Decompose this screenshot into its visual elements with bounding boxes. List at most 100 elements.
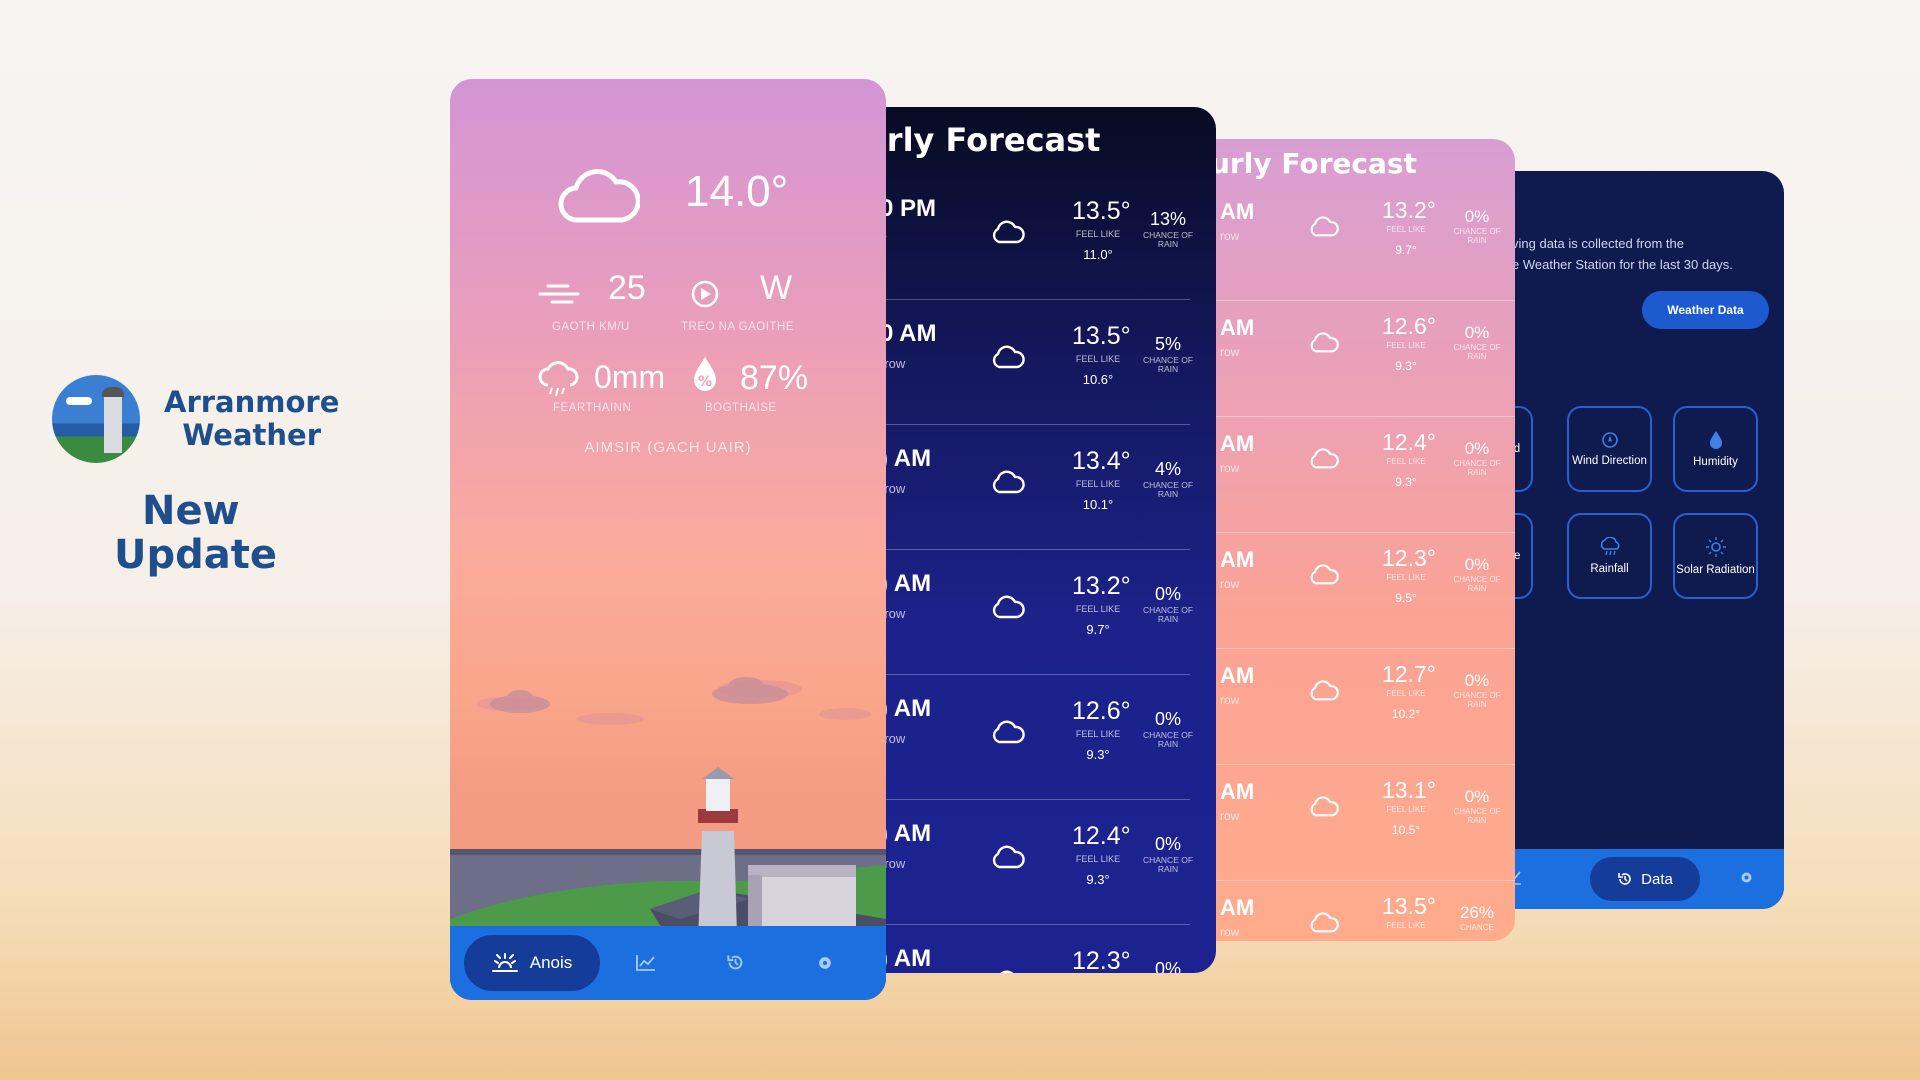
forecast-temp: 12.3°: [1382, 545, 1436, 571]
rain-chance-value: 0%: [1464, 787, 1490, 806]
period-label: AIMSIR (GACH UAIR): [584, 439, 752, 456]
history-icon[interactable]: [726, 953, 745, 977]
forecast-day: row: [1220, 925, 1240, 939]
data-bottom-nav: Data: [1470, 849, 1784, 909]
rain-chance-label: CHANCE OF RAIN: [1453, 459, 1501, 477]
rain-chance-value: 0%: [1154, 834, 1181, 854]
cloud-icon: [1310, 332, 1339, 353]
tile-rainfall[interactable]: Rainfall: [1567, 513, 1652, 599]
rain-chance-label: CHANCE: [1460, 923, 1494, 932]
rain-chance-label: CHANCE OF RAIN: [1142, 480, 1194, 499]
forecast-icon-wrap: [1308, 679, 1340, 707]
forecast-day: row: [1220, 461, 1240, 475]
current-weather-card: 14.0° 25 GAOTH KM/U W TREO NA GAOITHE 0m…: [450, 79, 886, 1000]
nav-data-label: Data: [1641, 870, 1673, 888]
forecast-temp: 13.4°: [1072, 447, 1131, 475]
feel-like-value: 10.1°: [1082, 497, 1114, 512]
rain-chance-label: CHANCE OF RAIN: [1453, 807, 1501, 825]
feel-like-value: 10.6°: [1082, 372, 1114, 387]
forecast-time: ) AM: [880, 445, 932, 472]
feel-like-label: FEEL LIKE: [1386, 805, 1426, 814]
cloud-icon: [1310, 912, 1339, 933]
forecast-icon-wrap: [990, 219, 1026, 250]
data-intro: ving data is collected from the e Weathe…: [1512, 233, 1784, 275]
forecast-icon-wrap: [990, 469, 1026, 500]
rain-chance-value: 0%: [1464, 207, 1490, 226]
nav-data-tab[interactable]: Data: [1590, 857, 1700, 901]
forecast-time: ) AM: [880, 570, 932, 597]
nav-now-tab[interactable]: Anois: [464, 935, 600, 991]
forecast-row: AM row 13.1° FEEL LIKE 10.5° 0% CHANCE OF RAIN: [1190, 765, 1515, 881]
gear-icon[interactable]: [1738, 869, 1755, 891]
forecast-temp: 12.3°: [1072, 947, 1131, 973]
forecast-temp: 13.5°: [1072, 197, 1131, 225]
feel-like-label: FEEL LIKE: [1386, 341, 1426, 350]
rain-chance-value: 13%: [1149, 209, 1187, 229]
forecast-time: AM: [1220, 315, 1255, 340]
cloud-icon: [992, 720, 1025, 744]
tile-wind-direction-label: Wind Direction: [1572, 455, 1647, 467]
brand-block: Arranmore Weather New Update: [52, 375, 352, 577]
data-intro-line2: e Weather Station for the last 30 days.: [1512, 257, 1733, 272]
feel-like-label: FEEL LIKE: [1386, 921, 1426, 930]
forecast-row: AM row 13.2° FEEL LIKE 9.7° 0% CHANCE OF RAIN: [1190, 185, 1515, 301]
rain-cloud-icon: [538, 361, 579, 397]
rain-chance-label: CHANCE OF RAIN: [1142, 855, 1194, 874]
forecast-icon-wrap: [990, 719, 1026, 750]
rainfall-label: FEARTHAINN: [553, 402, 632, 414]
tag-line2: Update: [114, 532, 277, 578]
forecast-temp: 13.5°: [1382, 893, 1436, 919]
chart-icon[interactable]: [636, 954, 656, 976]
forecast-temp: 12.4°: [1382, 429, 1436, 455]
feel-like-value: 9.5°: [1395, 591, 1417, 605]
feel-like-label: FEEL LIKE: [1075, 854, 1121, 864]
feel-like-value: 9.7°: [1395, 243, 1417, 257]
current-temperature: 14.0°: [685, 167, 789, 216]
feel-like-label: FEEL LIKE: [1075, 354, 1121, 364]
rain-chance-value: 0%: [1464, 323, 1490, 342]
tag-line1: New: [142, 488, 240, 534]
tile-wind-direction[interactable]: Wind Direction: [1567, 406, 1652, 492]
humidity-label: BOGTHAISE: [705, 402, 777, 414]
forecast-time: ) AM: [880, 695, 932, 722]
pink-forecast-title: urly Forecast: [1210, 147, 1417, 180]
forecast-time: ) AM: [880, 820, 932, 847]
feel-like-value: 9.7°: [1086, 622, 1110, 637]
forecast-temp: 13.2°: [1382, 197, 1436, 223]
forecast-icon-wrap: [1308, 447, 1340, 475]
cloud-icon: [1310, 564, 1339, 585]
forecast-time: 0 AM: [880, 320, 937, 347]
forecast-time: AM: [1220, 663, 1255, 688]
cloud-icon: [558, 169, 640, 223]
feel-like-label: FEEL LIKE: [1075, 729, 1121, 739]
cloud-icon: [1310, 448, 1339, 469]
feel-like-label: FEEL LIKE: [1075, 479, 1121, 489]
wind-icon: [538, 284, 580, 304]
rain-chance-value: 0%: [1154, 709, 1181, 729]
weather-data-button[interactable]: Weather Data: [1642, 291, 1769, 329]
brand-name-line1: Arranmore: [164, 385, 340, 419]
feel-like-label: FEEL LIKE: [1386, 457, 1426, 466]
brand-name-line2: Weather: [182, 418, 322, 452]
forecast-time: 0 PM: [880, 195, 937, 222]
forecast-row: ) AM 12.3° 0%: [860, 925, 1190, 973]
gear-icon[interactable]: [816, 954, 834, 977]
humidity-value: 87%: [740, 359, 809, 397]
tile-humidity[interactable]: Humidity: [1673, 406, 1758, 492]
tile-solar-radiation[interactable]: Solar Radiation: [1673, 513, 1758, 599]
cloud-icon: [992, 345, 1025, 369]
forecast-icon-wrap: [1308, 911, 1340, 939]
cloud-icon: [992, 845, 1025, 869]
forecast-temp: 12.4°: [1072, 822, 1131, 850]
forecast-row: AM row 12.7° FEEL LIKE 10.2° 0% CHANCE OF RAIN: [1190, 649, 1515, 765]
rain-chance-label: CHANCE OF RAIN: [1453, 691, 1501, 709]
cloud-icon: [1310, 680, 1339, 701]
forecast-time: ) AM: [880, 945, 932, 972]
navy-forecast-title: urly Forecast: [864, 121, 1101, 159]
rain-chance-value: 4%: [1154, 459, 1181, 479]
forecast-row: 0 PMy13.5°FEEL LIKE11.0°13%CHANCE OF RAI…: [860, 175, 1193, 300]
feel-like-value: 9.3°: [1086, 872, 1110, 887]
wind-direction-icon: [691, 280, 719, 308]
cloud-icon: [992, 595, 1025, 619]
sun-icon: [1705, 537, 1726, 557]
